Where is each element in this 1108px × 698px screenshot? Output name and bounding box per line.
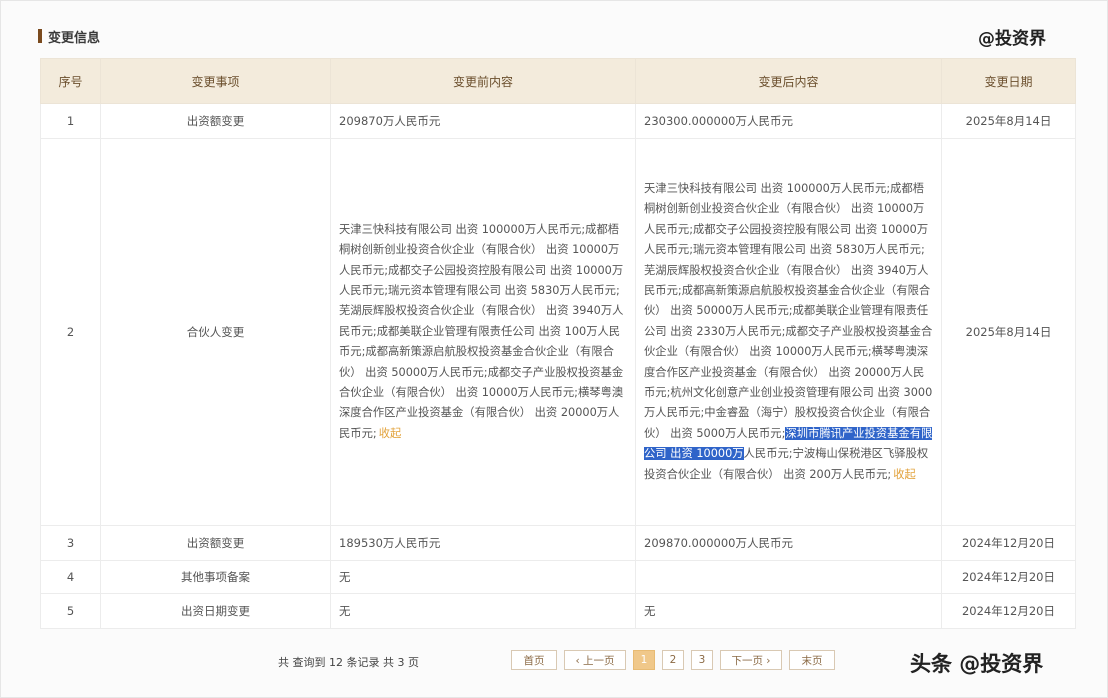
row-item: 其他事项备案 [100, 560, 331, 594]
row-index: 5 [40, 593, 101, 629]
row-item: 出资日期变更 [100, 593, 331, 629]
header-after: 变更后内容 [635, 58, 942, 104]
row-date: 2025年8月14日 [941, 138, 1076, 526]
page-button-2[interactable]: 2 [662, 650, 684, 670]
watermark-bottom: 头条 @投资界 [910, 652, 1044, 676]
row-before: 189530万人民币元 [330, 525, 636, 561]
row-index: 1 [40, 103, 101, 139]
row-date: 2025年8月14日 [941, 103, 1076, 139]
row-after: 230300.000000万人民币元 [635, 103, 942, 139]
row-index: 3 [40, 525, 101, 561]
row-after: 209870.000000万人民币元 [635, 525, 942, 561]
table-row: 1 出资额变更 209870万人民币元 230300.000000万人民币元 2… [40, 103, 1076, 139]
row-after [635, 560, 942, 594]
row-item: 合伙人变更 [100, 138, 331, 526]
table-row: 2 合伙人变更 天津三快科技有限公司 出资 100000万人民币元;成都梧桐树创… [40, 138, 1076, 526]
pagination: 首页 ‹ 上一页 1 2 3 下一页 › 末页 [511, 650, 835, 670]
row-before: 天津三快科技有限公司 出资 100000万人民币元;成都梧桐树创新创业投资合伙企… [330, 138, 636, 526]
row-after: 天津三快科技有限公司 出资 100000万人民币元;成都梧桐树创新创业投资合伙企… [635, 138, 942, 526]
watermark-top: @投资界 [978, 29, 1046, 49]
header-date: 变更日期 [941, 58, 1076, 104]
header-index: 序号 [40, 58, 101, 104]
first-page-button[interactable]: 首页 [511, 650, 557, 670]
after-text-pre: 天津三快科技有限公司 出资 100000万人民币元;成都梧桐树创新创业投资合伙企… [644, 181, 933, 440]
before-text: 天津三快科技有限公司 出资 100000万人民币元;成都梧桐树创新创业投资合伙企… [339, 222, 624, 440]
row-index: 2 [40, 138, 101, 526]
change-info-table: 序号 变更事项 变更前内容 变更后内容 变更日期 1 出资额变更 209870万… [40, 58, 1076, 629]
table-header-row: 序号 变更事项 变更前内容 变更后内容 变更日期 [40, 58, 1076, 104]
prev-page-button[interactable]: ‹ 上一页 [564, 650, 626, 670]
collapse-link[interactable]: 收起 [893, 468, 916, 481]
row-date: 2024年12月20日 [941, 525, 1076, 561]
row-before: 无 [330, 560, 636, 594]
collapse-link[interactable]: 收起 [379, 427, 402, 440]
section-marker [38, 29, 42, 43]
row-date: 2024年12月20日 [941, 560, 1076, 594]
header-before: 变更前内容 [330, 58, 636, 104]
table-row: 3 出资额变更 189530万人民币元 209870.000000万人民币元 2… [40, 525, 1076, 561]
before-content: 天津三快科技有限公司 出资 100000万人民币元;成都梧桐树创新创业投资合伙企… [339, 220, 627, 444]
table-row: 4 其他事项备案 无 2024年12月20日 [40, 560, 1076, 594]
last-page-button[interactable]: 末页 [789, 650, 835, 670]
row-before: 209870万人民币元 [330, 103, 636, 139]
header-item: 变更事项 [100, 58, 331, 104]
row-after: 无 [635, 593, 942, 629]
section-title: 变更信息 [48, 30, 101, 46]
row-item: 出资额变更 [100, 525, 331, 561]
pagination-summary: 共 查询到 12 条记录 共 3 页 [278, 656, 419, 669]
page-button-1[interactable]: 1 [633, 650, 655, 670]
table-row: 5 出资日期变更 无 无 2024年12月20日 [40, 593, 1076, 629]
after-content: 天津三快科技有限公司 出资 100000万人民币元;成都梧桐树创新创业投资合伙企… [644, 179, 933, 485]
row-index: 4 [40, 560, 101, 594]
row-item: 出资额变更 [100, 103, 331, 139]
page-button-3[interactable]: 3 [691, 650, 713, 670]
section-header: 变更信息 [38, 27, 101, 46]
next-page-button[interactable]: 下一页 › [720, 650, 782, 670]
row-before: 无 [330, 593, 636, 629]
row-date: 2024年12月20日 [941, 593, 1076, 629]
